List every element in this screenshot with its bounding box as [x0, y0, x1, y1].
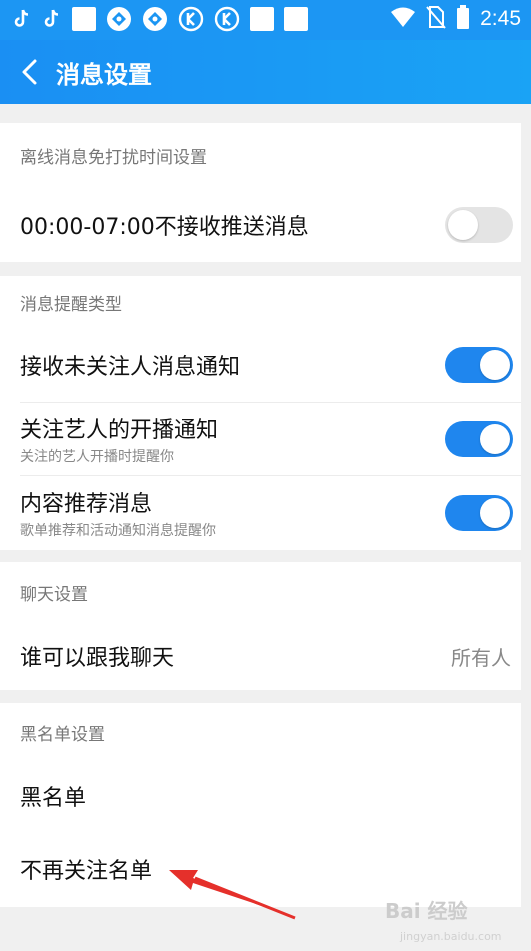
white-square-icon — [250, 7, 274, 31]
back-button[interactable] — [4, 40, 54, 104]
blacklist-label: 黑名单 — [20, 786, 87, 811]
title-bar: 消息设置 — [0, 40, 531, 104]
toggle-knob — [480, 350, 510, 380]
unfollow-list-label: 不再关注名单 — [20, 859, 153, 884]
toggle-knob — [480, 424, 510, 454]
kugou-icon — [178, 6, 204, 32]
blacklist-row[interactable]: 黑名单 — [0, 761, 521, 831]
battery-icon — [456, 5, 470, 33]
unfollowed-notify-row[interactable]: 接收未关注人消息通知 — [0, 328, 521, 402]
dnd-toggle[interactable] — [445, 206, 513, 243]
white-square-icon — [284, 7, 308, 31]
no-sim-icon — [426, 5, 446, 33]
unfollowed-notify-label: 接收未关注人消息通知 — [20, 355, 241, 380]
page-title: 消息设置 — [56, 60, 152, 89]
remind-section: 消息提醒类型 接收未关注人消息通知 关注艺人的开播通知 关注的艺人开播时提醒你 … — [0, 276, 521, 550]
annotation-arrow-icon — [169, 870, 296, 920]
section-header-offline: 离线消息免打扰时间设置 — [20, 147, 207, 168]
watermark-url: jingyan.baidu.com — [400, 930, 502, 943]
app-icon — [106, 6, 132, 32]
who-can-chat-value: 所有人 — [451, 645, 511, 670]
recommend-toggle[interactable] — [445, 495, 513, 531]
offline-section: 离线消息免打扰时间设置 00:00-07:00不接收推送消息 — [0, 123, 521, 262]
chat-section: 聊天设置 谁可以跟我聊天 所有人 — [0, 562, 521, 690]
app-icon — [142, 6, 168, 32]
toggle-knob — [480, 498, 510, 528]
kugou-icon — [214, 6, 240, 32]
status-time: 2:45 — [480, 7, 521, 30]
white-square-icon — [72, 7, 96, 31]
system-icons: 2:45 — [390, 5, 521, 33]
watermark: Bai 经验 — [385, 899, 468, 923]
who-can-chat-row[interactable]: 谁可以跟我聊天 所有人 — [0, 622, 521, 690]
notification-icons — [12, 5, 308, 33]
chevron-left-icon — [22, 59, 37, 85]
live-notify-label: 关注艺人的开播通知 — [20, 418, 219, 443]
wifi-icon — [390, 6, 416, 32]
recommend-label: 内容推荐消息 — [20, 492, 153, 517]
live-notify-sub: 关注的艺人开播时提醒你 — [20, 449, 174, 465]
live-notify-row[interactable]: 关注艺人的开播通知 关注的艺人开播时提醒你 — [0, 403, 521, 475]
tiktok-icon — [12, 8, 32, 30]
who-can-chat-label: 谁可以跟我聊天 — [20, 646, 175, 671]
tiktok-icon — [42, 8, 62, 30]
dnd-row[interactable]: 00:00-07:00不接收推送消息 — [0, 187, 521, 262]
status-bar: 2:45 — [0, 0, 531, 40]
recommend-sub: 歌单推荐和活动通知消息提醒你 — [20, 523, 216, 539]
recommend-row[interactable]: 内容推荐消息 歌单推荐和活动通知消息提醒你 — [0, 476, 521, 550]
toggle-knob — [448, 209, 478, 240]
live-notify-toggle[interactable] — [445, 421, 513, 457]
section-header-chat: 聊天设置 — [20, 584, 88, 605]
dnd-label: 00:00-07:00不接收推送消息 — [20, 214, 309, 240]
section-header-blacklist: 黑名单设置 — [20, 724, 105, 745]
section-header-remind: 消息提醒类型 — [20, 294, 122, 315]
unfollowed-notify-toggle[interactable] — [445, 347, 513, 383]
